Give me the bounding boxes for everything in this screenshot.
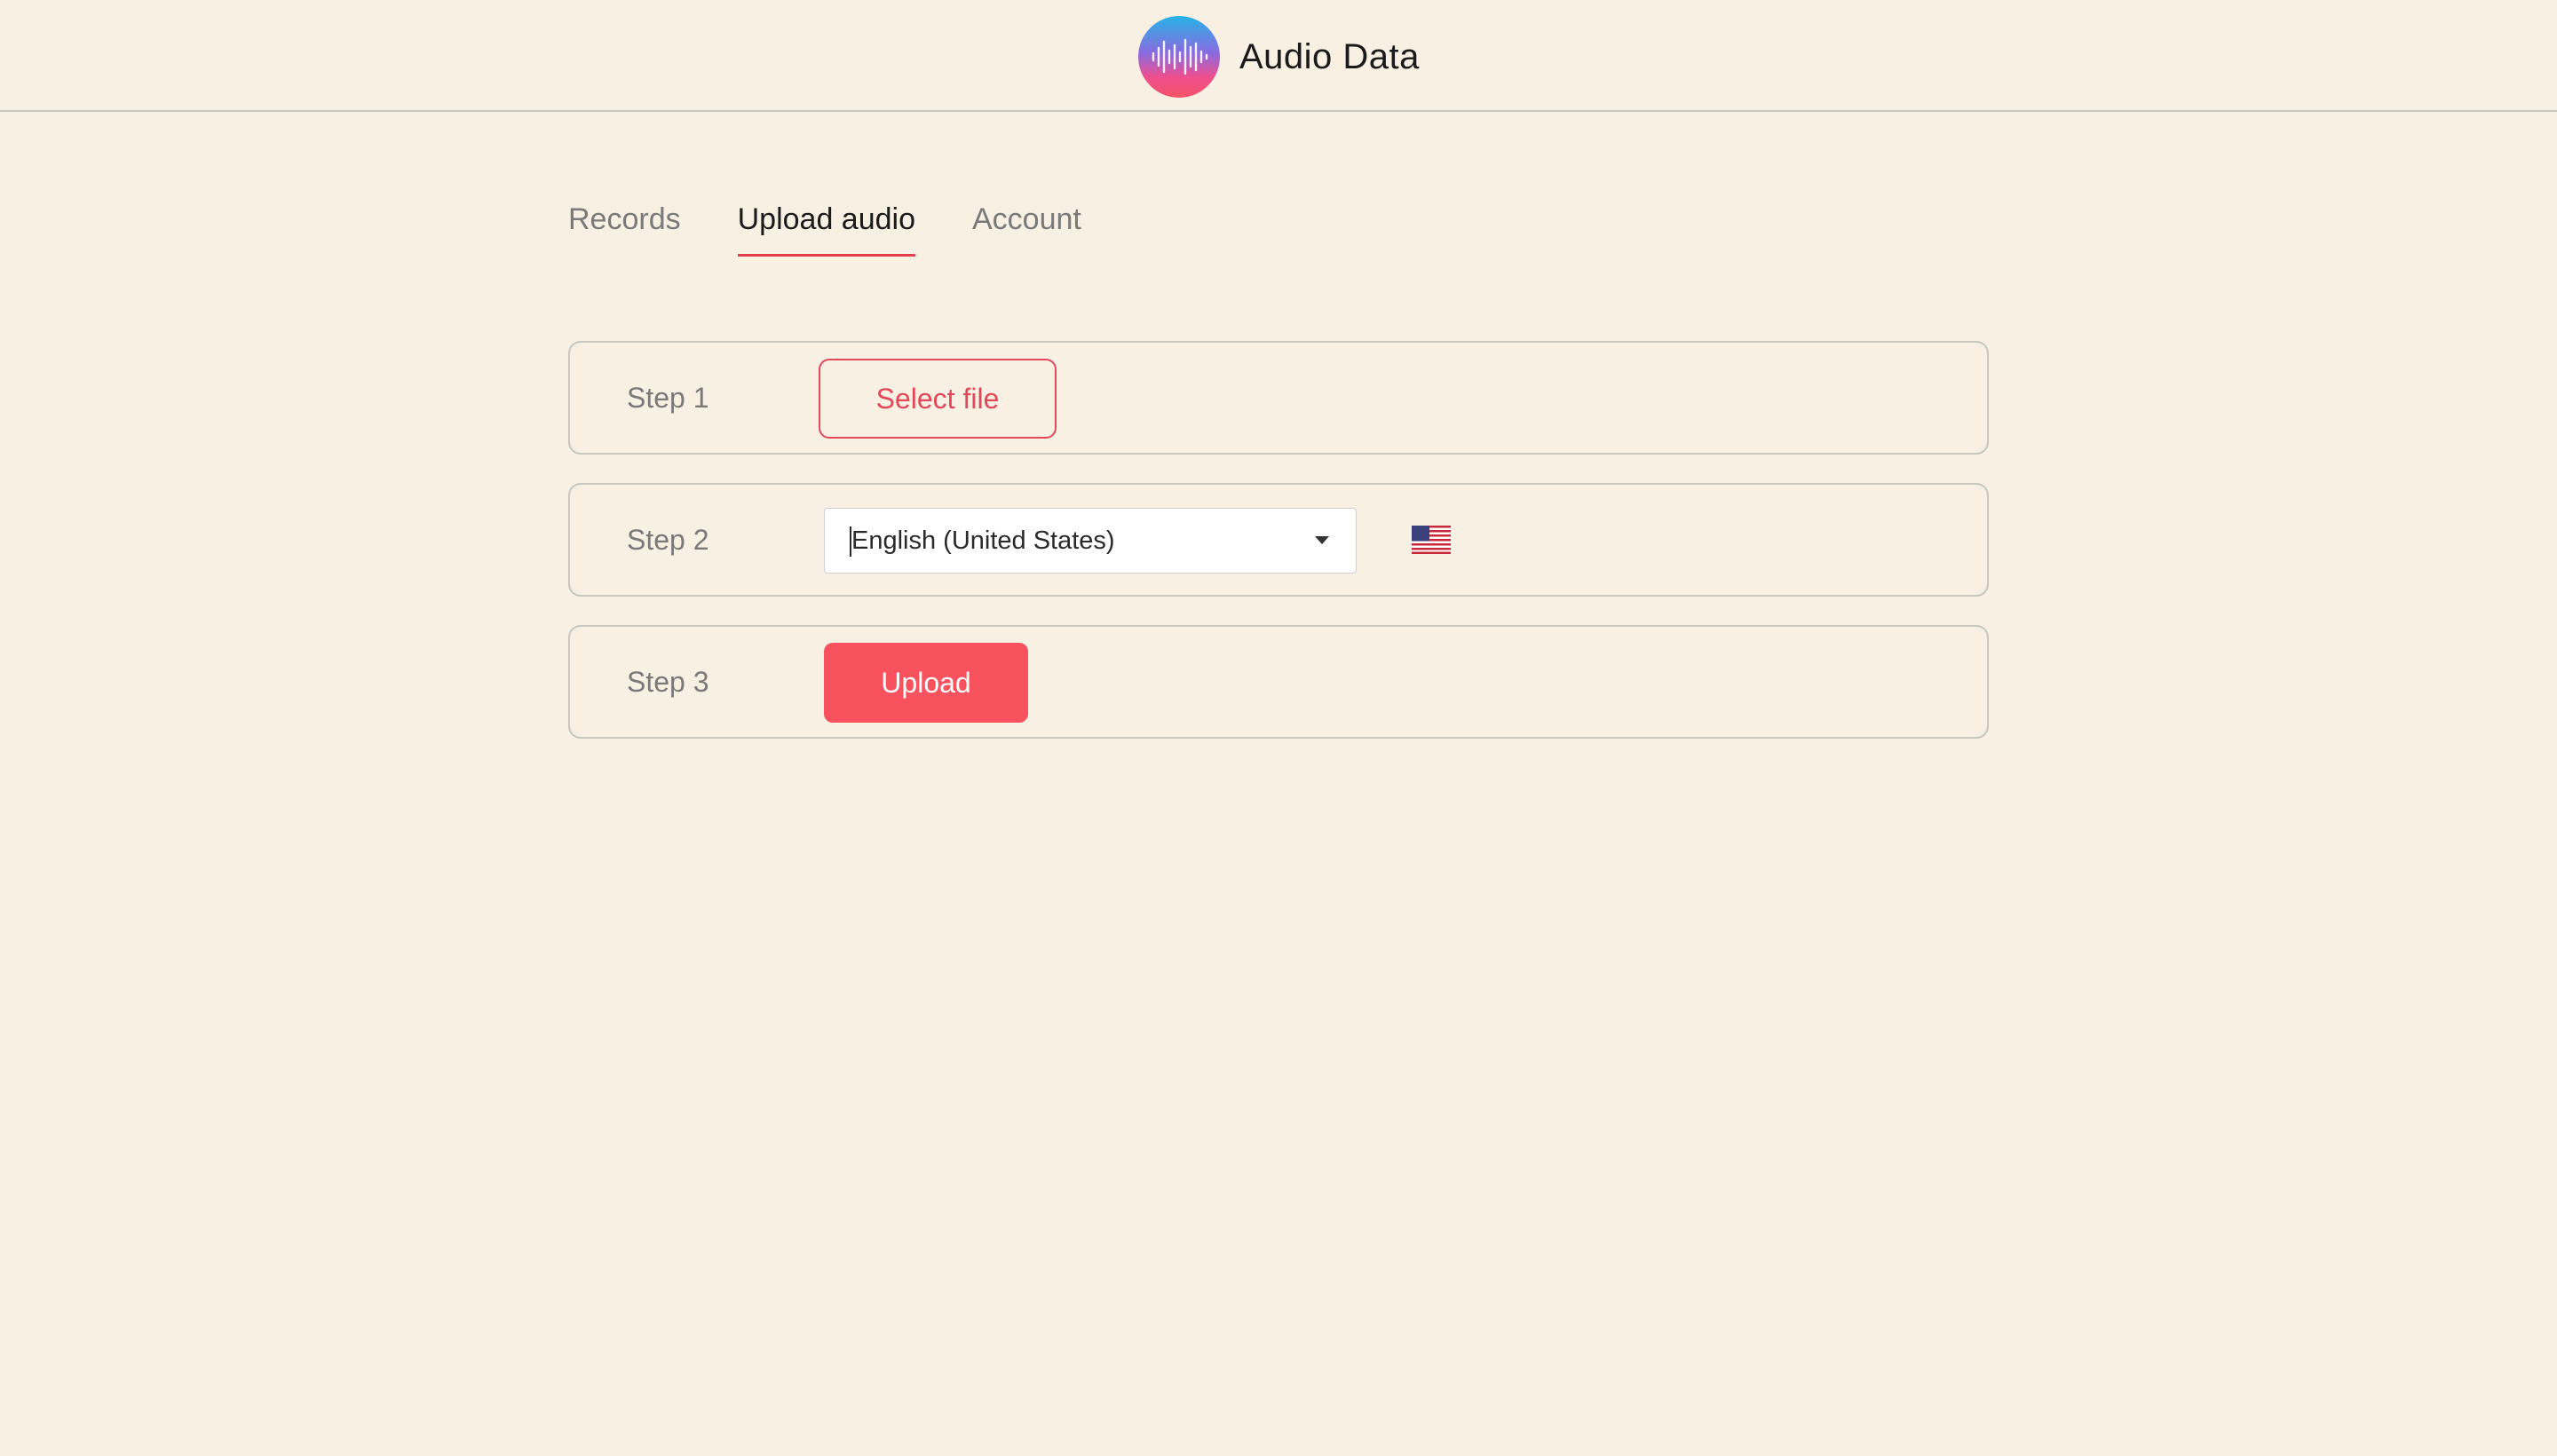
tab-account[interactable]: Account (972, 194, 1081, 256)
tab-records[interactable]: Records (568, 194, 681, 256)
step-1-card: Step 1 Select file (568, 341, 1989, 455)
audio-waveform-icon (1138, 16, 1220, 98)
language-select[interactable]: English (United States) (824, 508, 1357, 574)
chevron-down-icon[interactable] (1315, 536, 1329, 544)
step-3-label: Step 3 (627, 666, 709, 698)
step-2-card: Step 2 English (United States) (568, 483, 1989, 597)
step-3-card: Step 3 Upload (568, 625, 1989, 739)
step-1-label: Step 1 (627, 382, 709, 414)
select-file-button[interactable]: Select file (819, 359, 1057, 439)
top-bar: Audio Data (0, 0, 2557, 112)
tab-upload-audio[interactable]: Upload audio (737, 194, 915, 257)
tab-bar: Records Upload audio Account (568, 194, 1138, 257)
upload-button[interactable]: Upload (824, 643, 1028, 723)
brand: Audio Data (1138, 16, 1420, 98)
us-flag-icon (1412, 526, 1451, 554)
step-2-label: Step 2 (627, 524, 709, 556)
language-select-value: English (United States) (851, 526, 1115, 555)
app-title: Audio Data (1239, 36, 1420, 76)
